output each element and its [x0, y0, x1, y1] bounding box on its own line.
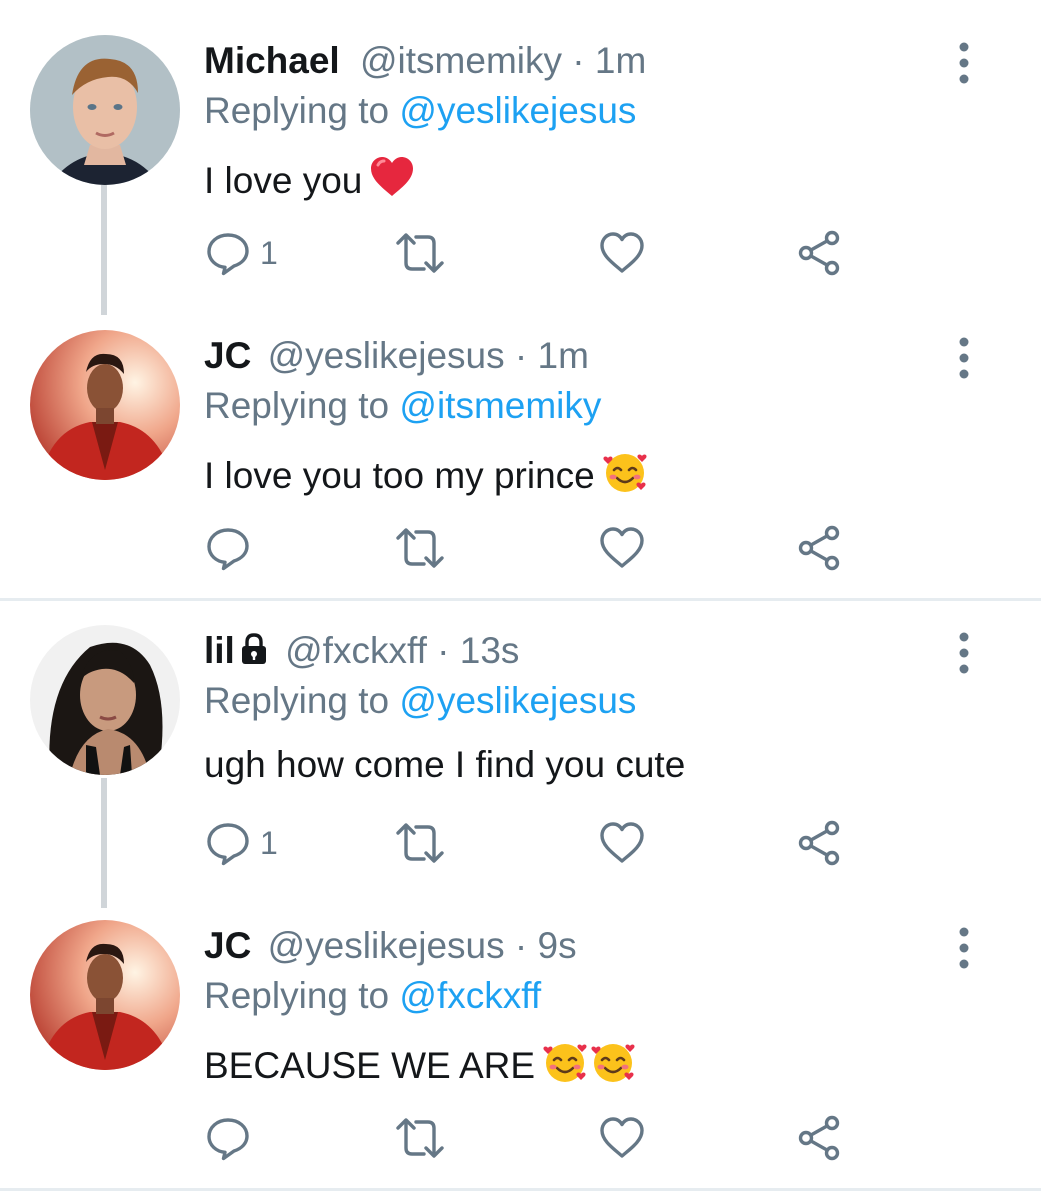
user-handle[interactable]: @itsmemiky: [360, 40, 562, 81]
display-name[interactable]: Michael: [204, 40, 340, 81]
separator-dot: ·: [572, 40, 595, 81]
tweet-header: Michael @itsmemiky · 1m: [204, 39, 646, 83]
replying-label: Replying to: [204, 975, 390, 1016]
vertical-dots-icon: [950, 72, 978, 89]
avatar[interactable]: [30, 625, 180, 775]
divider: [0, 598, 1041, 601]
reply-button[interactable]: 1: [204, 227, 278, 279]
retweet-button[interactable]: [390, 227, 450, 279]
heart-outline-icon: [598, 229, 646, 277]
mention-link[interactable]: @fxckxff: [399, 975, 541, 1016]
share-button[interactable]: [795, 522, 843, 574]
share-icon: [795, 1114, 843, 1162]
replying-to: Replying to @fxckxff: [204, 974, 541, 1018]
user-handle[interactable]: @fxckxff: [285, 630, 427, 671]
retweet-icon: [390, 229, 450, 277]
retweet-button[interactable]: [390, 522, 450, 574]
replying-label: Replying to: [204, 90, 390, 131]
tweet-body: I love you: [204, 160, 363, 201]
separator-dot: ·: [437, 630, 460, 671]
tweet-actions: 1: [0, 227, 1041, 287]
share-icon: [795, 819, 843, 867]
avatar[interactable]: [30, 35, 180, 185]
tweet-text: ugh how come I find you cute: [204, 743, 685, 787]
reply-button[interactable]: 1: [204, 817, 278, 869]
like-button[interactable]: [598, 522, 646, 574]
tweet-body: I love you too my prince: [204, 455, 595, 496]
user-handle[interactable]: @yeslikejesus: [268, 925, 505, 966]
retweet-button[interactable]: [390, 1112, 450, 1164]
lock-icon: [239, 632, 269, 676]
avatar[interactable]: [30, 920, 180, 1070]
retweet-icon: [390, 524, 450, 572]
reply-count: 1: [260, 824, 278, 861]
tweet-text: BECAUSE WE ARE: [204, 1038, 637, 1096]
tweet-header: JC @yeslikejesus · 1m: [204, 334, 589, 378]
like-button[interactable]: [598, 227, 646, 279]
separator-dot: ·: [514, 925, 538, 966]
heart-outline-icon: [598, 524, 646, 572]
timestamp[interactable]: 1m: [595, 40, 646, 81]
user-handle[interactable]: @yeslikejesus: [268, 335, 505, 376]
replying-to: Replying to @yeslikejesus: [204, 89, 636, 133]
mention-link[interactable]: @yeslikejesus: [399, 90, 636, 131]
reply-bubble-icon: [204, 1114, 252, 1162]
like-button[interactable]: [598, 817, 646, 869]
separator-dot: ·: [514, 335, 538, 376]
timestamp[interactable]: 1m: [538, 335, 589, 376]
mention-link[interactable]: @yeslikejesus: [399, 680, 636, 721]
tweet-header: lil @fxckxff · 13s: [204, 629, 519, 676]
smiling-face-with-hearts-emoji: [589, 1038, 637, 1096]
retweet-button[interactable]: [390, 817, 450, 869]
reply-bubble-icon: [204, 819, 252, 867]
tweet-text: I love you: [204, 153, 416, 211]
display-name[interactable]: lil: [204, 630, 235, 671]
smiling-face-with-hearts-emoji: [541, 1038, 589, 1096]
heart-outline-icon: [598, 819, 646, 867]
timestamp[interactable]: 9s: [538, 925, 577, 966]
timestamp[interactable]: 13s: [460, 630, 520, 671]
share-icon: [795, 524, 843, 572]
display-name[interactable]: JC: [204, 335, 251, 376]
replying-label: Replying to: [204, 680, 390, 721]
share-button[interactable]: [795, 1112, 843, 1164]
more-options-button[interactable]: [950, 41, 978, 85]
reply-count: 1: [260, 234, 278, 271]
smiling-face-with-hearts-emoji: [601, 448, 649, 506]
reply-button[interactable]: [204, 1112, 260, 1164]
tweet-actions: 1: [0, 817, 1041, 877]
display-name[interactable]: JC: [204, 925, 251, 966]
more-options-button[interactable]: [950, 926, 978, 970]
share-icon: [795, 229, 843, 277]
replying-label: Replying to: [204, 385, 390, 426]
tweet-actions: [0, 522, 1041, 582]
vertical-dots-icon: [950, 662, 978, 679]
retweet-icon: [390, 819, 450, 867]
replying-to: Replying to @yeslikejesus: [204, 679, 636, 723]
vertical-dots-icon: [950, 367, 978, 384]
vertical-dots-icon: [950, 957, 978, 974]
reply-button[interactable]: [204, 522, 260, 574]
tweet-actions: [0, 1112, 1041, 1172]
mention-link[interactable]: @itsmemiky: [399, 385, 601, 426]
replying-to: Replying to @itsmemiky: [204, 384, 601, 428]
reply-bubble-icon: [204, 229, 252, 277]
avatar[interactable]: [30, 330, 180, 480]
share-button[interactable]: [795, 817, 843, 869]
red-heart-emoji: [368, 153, 416, 211]
tweet-body: ugh how come I find you cute: [204, 744, 686, 785]
retweet-icon: [390, 1114, 450, 1162]
divider: [0, 1188, 1041, 1191]
more-options-button[interactable]: [950, 631, 978, 675]
tweet-text: I love you too my prince: [204, 448, 649, 506]
more-options-button[interactable]: [950, 336, 978, 380]
tweet-header: JC @yeslikejesus · 9s: [204, 924, 577, 968]
heart-outline-icon: [598, 1114, 646, 1162]
reply-bubble-icon: [204, 524, 252, 572]
like-button[interactable]: [598, 1112, 646, 1164]
share-button[interactable]: [795, 227, 843, 279]
tweet-body: BECAUSE WE ARE: [204, 1045, 536, 1086]
